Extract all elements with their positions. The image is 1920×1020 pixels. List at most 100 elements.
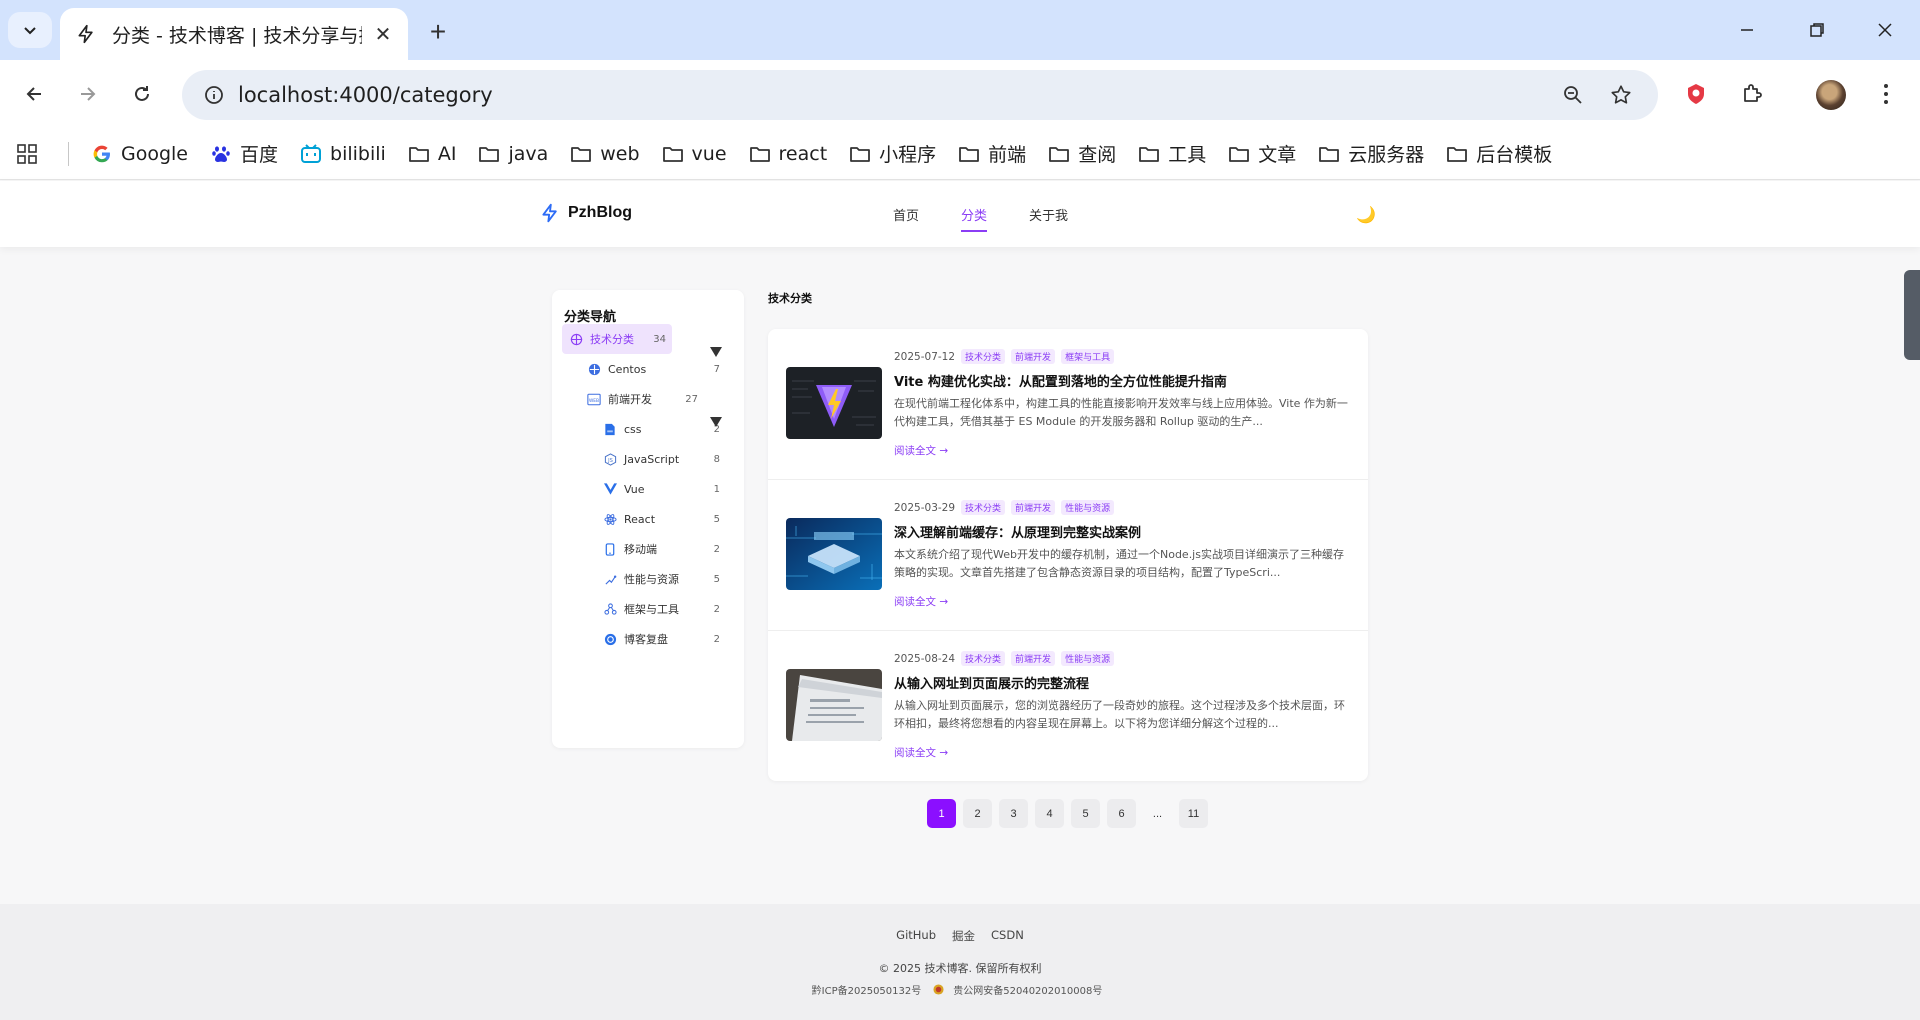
page-button[interactable]: 2 — [963, 799, 992, 828]
page-button[interactable]: 1 — [927, 799, 956, 828]
category-item[interactable]: 框架与工具 2 — [596, 594, 726, 624]
post-card[interactable]: 2025-07-12 技术分类 前端开发 框架与工具 Vite 构建优化实战：从… — [768, 329, 1368, 480]
footer-link-juejin[interactable]: 掘金 — [952, 928, 975, 944]
browser-tabstrip: 分类 - 技术博客 | 技术分享与探索 ✕ + — [0, 0, 1920, 60]
post-tag[interactable]: 框架与工具 — [1061, 349, 1115, 364]
back-button[interactable] — [14, 74, 54, 114]
category-count: 2 — [713, 633, 720, 645]
post-card[interactable]: 2025-03-29 技术分类 前端开发 性能与资源 深入理解前端缓存：从原理到… — [768, 480, 1368, 631]
post-tag[interactable]: 前端开发 — [1011, 349, 1056, 364]
page-button[interactable]: 4 — [1035, 799, 1064, 828]
zoom-icon[interactable] — [1556, 78, 1590, 112]
footer-link-csdn[interactable]: CSDN — [991, 928, 1024, 944]
vue-icon — [602, 481, 618, 497]
tab-search-button[interactable] — [8, 12, 52, 48]
extension-shield-icon[interactable] — [1676, 74, 1716, 114]
nav-about[interactable]: 关于我 — [1029, 205, 1068, 232]
profile-avatar[interactable] — [1816, 80, 1846, 110]
category-label: JavaScript — [624, 452, 680, 466]
category-item[interactable]: Centos 7 — [580, 354, 726, 384]
bookmark-工具[interactable]: 工具 — [1138, 140, 1206, 167]
bookmark-云服务器[interactable]: 云服务器 — [1318, 140, 1424, 167]
category-item[interactable]: css 2 — [596, 414, 726, 444]
post-tag[interactable]: 前端开发 — [1011, 651, 1056, 666]
forward-button[interactable] — [68, 74, 108, 114]
bookmark-label: Google — [121, 142, 189, 165]
nav-home[interactable]: 首页 — [893, 205, 919, 232]
category-item[interactable]: WEB 前端开发 27 — [580, 384, 704, 414]
bookmark-百度[interactable]: 百度 — [210, 140, 278, 167]
post-tag[interactable]: 技术分类 — [961, 651, 1006, 666]
more-menu-icon[interactable] — [1866, 74, 1906, 114]
bookmark-小程序[interactable]: 小程序 — [849, 140, 936, 167]
collapse-triangle-icon[interactable] — [709, 345, 723, 359]
post-card[interactable]: 2025-08-24 技术分类 前端开发 性能与资源 从输入网址到页面展示的完整… — [768, 631, 1368, 781]
tab-close-icon[interactable]: ✕ — [372, 23, 394, 46]
bookmark-web[interactable]: web — [570, 140, 640, 167]
bookmark-查阅[interactable]: 查阅 — [1048, 140, 1116, 167]
category-item[interactable]: Vue 1 — [596, 474, 726, 504]
post-tag[interactable]: 技术分类 — [961, 500, 1006, 515]
performance-icon — [602, 571, 618, 587]
post-tag[interactable]: 技术分类 — [961, 349, 1006, 364]
apps-button[interactable] — [16, 143, 46, 165]
bookmark-文章[interactable]: 文章 — [1228, 140, 1296, 167]
post-tag[interactable]: 性能与资源 — [1061, 500, 1115, 515]
page-button[interactable]: 3 — [999, 799, 1028, 828]
restore-button[interactable] — [1794, 10, 1840, 50]
bookmark-star-icon[interactable] — [1604, 78, 1638, 112]
site-logo[interactable]: PzhBlog — [540, 203, 632, 223]
bookmark-ai[interactable]: AI — [408, 140, 456, 167]
nav-category[interactable]: 分类 — [961, 205, 988, 232]
bookmark-label: 小程序 — [879, 144, 937, 166]
bookmark-vue[interactable]: vue — [662, 140, 727, 167]
category-label: 前端开发 — [608, 393, 652, 406]
page-button[interactable]: 6 — [1107, 799, 1136, 828]
post-title[interactable]: 从输入网址到页面展示的完整流程 — [894, 673, 1089, 692]
browser-tab-active[interactable]: 分类 - 技术博客 | 技术分享与探索 ✕ — [60, 8, 408, 60]
icp-link[interactable]: 黔ICP备2025050132号 — [812, 982, 922, 997]
theme-toggle-moon-icon[interactable]: 🌙 — [1356, 205, 1376, 225]
site-info-icon[interactable] — [194, 75, 234, 115]
post-title[interactable]: Vite 构建优化实战：从配置到落地的全方位性能提升指南 — [894, 371, 1227, 390]
copyright-text: © 2025 技术博客. 保留所有权利 — [878, 962, 1042, 975]
bookmark-bilibili[interactable]: bilibili — [300, 140, 386, 167]
collapse-triangle-icon[interactable] — [709, 415, 723, 429]
read-more-link[interactable]: 阅读全文 → — [894, 745, 948, 760]
category-label: 博客复盘 — [624, 633, 668, 646]
category-item[interactable]: 博客复盘 2 — [596, 624, 726, 654]
page-scrollbar-thumb[interactable] — [1904, 270, 1920, 360]
read-more-link[interactable]: 阅读全文 → — [894, 443, 948, 458]
category-item[interactable]: 移动端 2 — [596, 534, 726, 564]
bookmark-react[interactable]: react — [749, 140, 827, 167]
minimize-button[interactable] — [1724, 10, 1770, 50]
reload-button[interactable] — [122, 74, 162, 114]
category-count: 27 — [685, 393, 698, 405]
footer-link-github[interactable]: GitHub — [896, 928, 936, 944]
post-thumbnail-vite — [786, 367, 882, 439]
post-tag[interactable]: 性能与资源 — [1061, 651, 1115, 666]
bookmark-前端[interactable]: 前端 — [958, 140, 1026, 167]
extensions-puzzle-icon[interactable] — [1732, 74, 1772, 114]
web-icon: WEB — [586, 391, 602, 407]
close-window-button[interactable] — [1862, 10, 1908, 50]
page-button[interactable]: 5 — [1071, 799, 1100, 828]
category-item[interactable]: 技术分类 34 — [562, 324, 672, 354]
post-tag[interactable]: 前端开发 — [1011, 500, 1056, 515]
page-button[interactable]: 11 — [1179, 799, 1208, 828]
read-more-link[interactable]: 阅读全文 → — [894, 594, 948, 609]
footer-links: GitHub 掘金 CSDN — [0, 928, 1920, 944]
bookmark-后台模板[interactable]: 后台模板 — [1446, 140, 1552, 167]
address-bar[interactable]: localhost:4000/category — [182, 70, 1658, 120]
new-tab-button[interactable]: + — [422, 16, 454, 48]
bookmark-google[interactable]: Google — [91, 140, 188, 167]
category-count: 34 — [653, 333, 666, 345]
post-title[interactable]: 深入理解前端缓存：从原理到完整实战案例 — [894, 522, 1141, 541]
post-list: 2025-07-12 技术分类 前端开发 框架与工具 Vite 构建优化实战：从… — [768, 329, 1368, 781]
police-record[interactable]: 贵公网安备52040202010008号 — [933, 982, 1108, 997]
bookmark-java[interactable]: java — [478, 140, 548, 167]
category-item[interactable]: 性能与资源 5 — [596, 564, 726, 594]
category-item[interactable]: JS JavaScript 8 — [596, 444, 726, 474]
url-text[interactable]: localhost:4000/category — [238, 83, 493, 107]
category-item[interactable]: React 5 — [596, 504, 726, 534]
